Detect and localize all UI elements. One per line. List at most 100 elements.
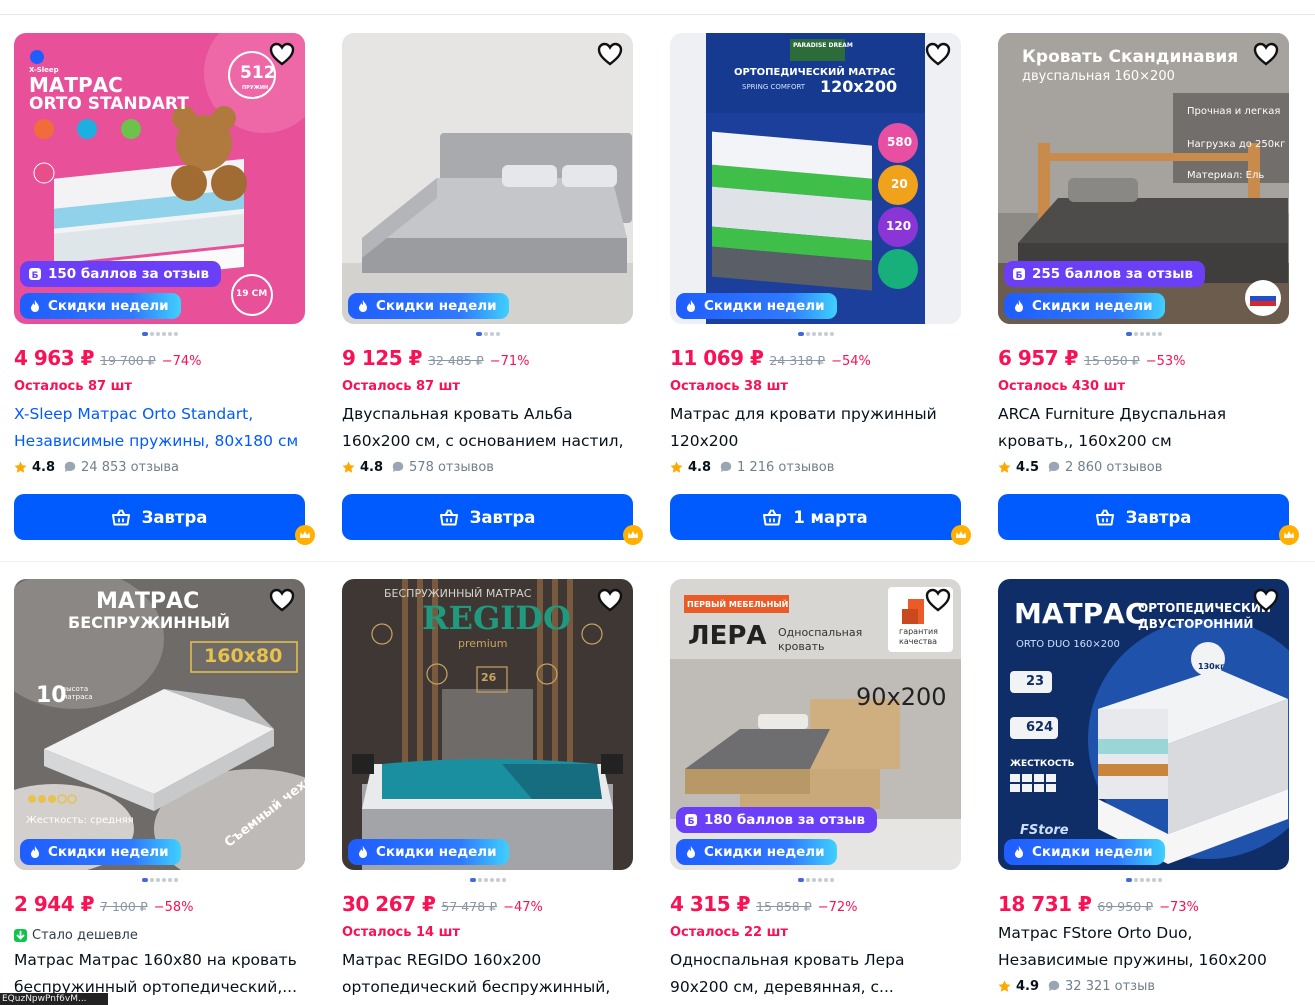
image-springs-unit: ПРУЖИН bbox=[242, 85, 269, 91]
favorite-heart-icon[interactable] bbox=[269, 42, 295, 66]
delivery-button[interactable]: Завтра bbox=[14, 494, 305, 540]
image-size-text: 90x200 bbox=[856, 683, 947, 711]
product-image[interactable]: МАТРАС ОРТОПЕДИЧЕСКИЙ ДВУСТОРОННИЙ ORTO … bbox=[998, 579, 1289, 870]
star-icon bbox=[342, 461, 355, 473]
image-pagination bbox=[342, 327, 633, 340]
stock-left: Осталось 38 шт bbox=[670, 379, 788, 394]
product-card[interactable]: ПЕРВЫЙ МЕБЕЛЬНЫЙ ЛЕРА Односпальная крова… bbox=[670, 579, 961, 1001]
product-card[interactable]: МАТРАС БЕСПРУЖИННЫЙ 160x80 10 высота мат… bbox=[14, 579, 305, 1001]
product-card[interactable]: PARADISE DREAM ОРТОПЕДИЧЕСКИЙ МАТРАС SPR… bbox=[670, 33, 971, 545]
product-image[interactable]: X-Sleep МАТРАС ORTO STANDART 512 ПРУЖИН … bbox=[14, 33, 305, 324]
image-subheading-1: Односпальная bbox=[778, 626, 863, 639]
favorite-heart-icon[interactable] bbox=[925, 42, 951, 66]
product-card[interactable]: Кровать Скандинавия двуспальная 160×200 … bbox=[998, 33, 1299, 545]
image-subheading-2: ДВУСТОРОННИЙ bbox=[1138, 617, 1254, 631]
image-hardness-text: ЖЕСТКОСТЬ bbox=[1010, 759, 1075, 769]
week-sale-badge: Скидки недели bbox=[348, 293, 509, 319]
product-title[interactable]: Матрас FStore Orto Duo, Независимые пруж… bbox=[998, 920, 1289, 974]
basket-icon bbox=[763, 509, 782, 525]
product-title[interactable]: Матрас для кровати пружинный 120х200 bbox=[670, 401, 961, 455]
image-hardness-text: Жесткость: средняя bbox=[26, 815, 134, 826]
image-pagination bbox=[670, 327, 961, 340]
price: 4 963 ₽ bbox=[14, 346, 95, 370]
price: 30 267 ₽ bbox=[342, 892, 436, 916]
favorite-heart-icon[interactable] bbox=[925, 588, 951, 612]
image-subheading-2: кровать bbox=[778, 640, 825, 653]
product-title[interactable]: Двуспальная кровать Альба 160х200 см, с … bbox=[342, 401, 633, 455]
product-title[interactable]: Односпальная кровать Лера 90х200 см, дер… bbox=[670, 947, 961, 1001]
product-card[interactable]: МАТРАС ОРТОПЕДИЧЕСКИЙ ДВУСТОРОННИЙ ORTO … bbox=[998, 579, 1289, 995]
stock-left: Осталось 430 шт bbox=[998, 379, 1125, 394]
price: 6 957 ₽ bbox=[998, 346, 1079, 370]
reviews-count[interactable]: 2 860 отзывов bbox=[1065, 460, 1162, 475]
points-badge-text: 255 баллов за отзыв bbox=[1032, 266, 1194, 282]
reviews-count[interactable]: 1 216 отзывов bbox=[737, 460, 834, 475]
product-title[interactable]: Матрас REGIDO 160х200 ортопедический бес… bbox=[342, 947, 633, 1001]
flame-icon bbox=[687, 846, 695, 858]
favorite-heart-icon[interactable] bbox=[597, 42, 623, 66]
rating-value: 4.8 bbox=[688, 459, 712, 475]
favorite-heart-icon[interactable] bbox=[1253, 42, 1279, 66]
favorite-heart-icon[interactable] bbox=[597, 588, 623, 612]
points-badge-text: 180 баллов за отзыв bbox=[704, 812, 866, 828]
product-card[interactable]: X-Sleep МАТРАС ORTO STANDART 512 ПРУЖИН … bbox=[14, 33, 315, 545]
points-badge: Б 255 баллов за отзыв bbox=[1004, 261, 1206, 287]
favorite-heart-icon[interactable] bbox=[1253, 588, 1279, 612]
reviews-count[interactable]: 32 321 отзыв bbox=[1065, 979, 1155, 994]
delivery-label: Завтра bbox=[469, 507, 536, 527]
image-brand-text: FStore bbox=[1020, 823, 1069, 838]
product-image[interactable]: БЕСПРУЖИННЫЙ МАТРАС REGIDO premium 26 Ск… bbox=[342, 579, 633, 870]
bed-image bbox=[342, 33, 633, 324]
rating-value: 4.9 bbox=[1016, 978, 1040, 994]
product-card[interactable]: Скидки недели 9 125 ₽ 32 485 ₽ −71% Оста… bbox=[342, 33, 643, 545]
week-sale-text: Скидки недели bbox=[376, 298, 497, 314]
delivery-button[interactable]: 1 марта bbox=[670, 494, 961, 540]
product-title[interactable]: ARCA Furniture Двуспальная кровать,, 160… bbox=[998, 401, 1289, 455]
old-price: 57 478 ₽ bbox=[441, 899, 498, 914]
week-sale-text: Скидки недели bbox=[704, 844, 825, 860]
rating-row: 4.8 24 853 отзыва bbox=[14, 458, 305, 476]
favorite-heart-icon[interactable] bbox=[269, 588, 295, 612]
product-card[interactable]: БЕСПРУЖИННЫЙ МАТРАС REGIDO premium 26 Ск… bbox=[342, 579, 633, 1001]
product-image[interactable]: МАТРАС БЕСПРУЖИННЫЙ 160x80 10 высота мат… bbox=[14, 579, 305, 870]
product-image[interactable]: PARADISE DREAM ОРТОПЕДИЧЕСКИЙ МАТРАС SPR… bbox=[670, 33, 961, 324]
delivery-button[interactable]: Завтра bbox=[998, 494, 1289, 540]
star-icon bbox=[14, 461, 27, 473]
reviews-bubble-icon bbox=[64, 461, 76, 472]
product-image[interactable]: ПЕРВЫЙ МЕБЕЛЬНЫЙ ЛЕРА Односпальная крова… bbox=[670, 579, 961, 870]
image-heading-text: Кровать Скандинавия bbox=[1022, 47, 1239, 67]
reviews-count[interactable]: 24 853 отзыва bbox=[81, 460, 179, 475]
stock-left: Осталось 87 шт bbox=[14, 379, 132, 394]
price-row: 2 944 ₽ 7 100 ₽ −58% bbox=[14, 892, 305, 918]
image-layers-text: 23 bbox=[1026, 674, 1045, 689]
image-subheading-text: premium bbox=[458, 637, 508, 650]
flame-icon bbox=[359, 300, 367, 312]
old-price: 24 318 ₽ bbox=[769, 353, 826, 368]
reviews-bubble-icon bbox=[720, 461, 732, 472]
flame-icon bbox=[687, 300, 695, 312]
product-image[interactable]: Кровать Скандинавия двуспальная 160×200 … bbox=[998, 33, 1289, 324]
week-sale-badge: Скидки недели bbox=[1004, 839, 1165, 865]
reviews-count[interactable]: 578 отзывов bbox=[409, 460, 494, 475]
image-size-text: 120x200 bbox=[820, 77, 898, 96]
delivery-button[interactable]: Завтра bbox=[342, 494, 633, 540]
reviews-bubble-icon bbox=[1048, 980, 1060, 991]
stock-left: Осталось 14 шт bbox=[342, 925, 460, 940]
old-price: 19 700 ₽ bbox=[100, 353, 156, 368]
price: 4 315 ₽ bbox=[670, 892, 751, 916]
reviews-bubble-icon bbox=[392, 461, 404, 472]
rating-row: 4.5 2 860 отзывов bbox=[998, 458, 1289, 476]
image-springs-text: 624 bbox=[1026, 720, 1054, 735]
svg-text:Б: Б bbox=[688, 817, 695, 827]
image-subheading-text: двуспальная 160×200 bbox=[1022, 69, 1175, 84]
image-height-label: высота матраса bbox=[62, 685, 93, 701]
discount: −54% bbox=[831, 354, 871, 369]
image-model-text: SPRING COMFORT bbox=[742, 83, 806, 91]
rating-value: 4.8 bbox=[360, 459, 384, 475]
product-title[interactable]: X-Sleep Матрас Orto Standart, Независимы… bbox=[14, 401, 305, 455]
discount: −74% bbox=[161, 354, 202, 369]
week-sale-badge: Скидки недели bbox=[676, 293, 837, 319]
price-row: 30 267 ₽ 57 478 ₽ −47% bbox=[342, 892, 633, 918]
product-image[interactable]: Скидки недели bbox=[342, 33, 633, 324]
image-pagination bbox=[998, 327, 1289, 340]
